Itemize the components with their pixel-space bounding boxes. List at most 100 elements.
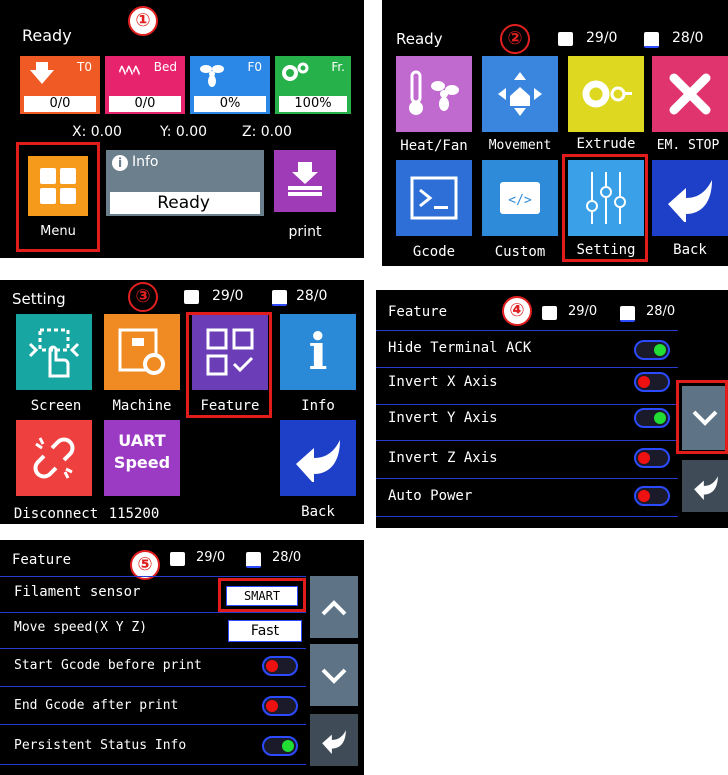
toggle-invert-x[interactable]: [634, 372, 670, 392]
gcode-button[interactable]: Gcode: [396, 160, 472, 260]
nozzle-temp-icon: [170, 552, 185, 566]
bed-temp: 28/0: [646, 304, 676, 319]
back-button[interactable]: Back: [652, 160, 728, 260]
back-button[interactable]: [310, 714, 358, 766]
scroll-up-button[interactable]: [310, 576, 358, 638]
uart-speed-text: UART Speed: [113, 431, 171, 472]
em-stop-button[interactable]: EM. STOP: [652, 56, 728, 156]
divider: [376, 516, 678, 517]
gcode-tile-bg: [396, 160, 472, 236]
stop-x-icon: [669, 73, 711, 115]
scroll-down-highlight: [676, 380, 728, 454]
coord-x: X: 0.00: [72, 124, 122, 140]
row-start-gcode: Start Gcode before print: [14, 658, 202, 673]
toggle-knob: [638, 376, 650, 388]
flow-value: 100%: [279, 96, 347, 112]
nozzle-temp-icon: [558, 32, 573, 46]
back-arrow-icon: [322, 730, 346, 754]
extrude-label: Extrude: [576, 136, 636, 152]
nozzle-temp: 29/0: [196, 550, 226, 565]
back-arrow-icon: [296, 440, 340, 482]
toggle-knob: [638, 490, 650, 502]
flow-label: Fr.: [331, 60, 345, 74]
heat-fan-button[interactable]: Heat/Fan: [396, 56, 472, 156]
nozzle-tile[interactable]: T0 0/0: [20, 56, 100, 114]
step-marker: ②: [500, 24, 530, 54]
bed-temp: 28/0: [296, 288, 328, 304]
bed-temp: 28/0: [672, 30, 704, 46]
row-invert-z: Invert Z Axis: [388, 450, 498, 466]
bed-label: Bed: [153, 60, 177, 74]
toggle-knob: [638, 452, 650, 464]
info-tile-bg: i: [280, 314, 356, 390]
nozzle-temp: 29/0: [568, 304, 598, 319]
chevron-up-icon: [321, 600, 347, 616]
custom-button[interactable]: </> Custom: [482, 160, 558, 260]
divider: [0, 648, 306, 649]
back-arrow-icon: [694, 476, 718, 500]
row-persistent-status: Persistent Status Info: [14, 738, 187, 753]
toggle-knob: [266, 700, 278, 712]
move-arrows-icon: [498, 72, 542, 116]
extrude-tile-bg: [568, 56, 644, 132]
em-stop-label: EM. STOP: [656, 138, 720, 153]
disconnect-tile-bg: [16, 420, 92, 496]
flow-tile[interactable]: Fr. 100%: [275, 56, 351, 114]
screen-button[interactable]: Screen: [16, 314, 96, 414]
print-button[interactable]: print: [274, 150, 344, 246]
machine-label: Machine: [112, 398, 172, 414]
chevron-down-icon: [321, 668, 347, 684]
uart-speed-button[interactable]: UART Speed 115200: [104, 420, 180, 522]
machine-tile-bg: [104, 314, 180, 390]
back-label: Back: [301, 504, 335, 520]
toggle-knob: [282, 740, 294, 752]
bed-temp-icon: [620, 306, 635, 322]
machine-button[interactable]: Machine: [104, 314, 180, 414]
movement-button[interactable]: Movement: [482, 56, 558, 156]
nozzle-temp: 29/0: [212, 288, 244, 304]
bed-temp-icon: [644, 32, 659, 48]
bed-temp: 28/0: [272, 550, 302, 565]
divider: [0, 764, 306, 765]
disconnect-label: Disconnect: [13, 506, 99, 522]
toggle-persistent-status[interactable]: [262, 736, 298, 756]
page-title: Setting: [12, 290, 66, 308]
screen-4-feature: Feature ④ 29/0 28/0 Hide Terminal ACK In…: [376, 290, 728, 528]
divider: [0, 576, 306, 577]
fan-tile[interactable]: F0 0%: [190, 56, 270, 114]
row-move-speed: Move speed(X Y Z): [14, 620, 148, 635]
code-icon: </>: [500, 182, 540, 214]
movement-tile-bg: [482, 56, 558, 132]
toggle-invert-y[interactable]: [634, 408, 670, 428]
info-button[interactable]: i Info: [280, 314, 356, 414]
back-tile-bg: [280, 420, 356, 496]
page-title: Feature: [388, 304, 448, 320]
machine-gear-icon: [118, 328, 165, 375]
divider: [0, 612, 306, 613]
nozzle-icon: [30, 62, 54, 84]
back-button[interactable]: Back: [280, 420, 356, 520]
toggle-end-gcode[interactable]: [262, 696, 298, 716]
info-status: Ready: [110, 192, 260, 214]
print-tile-bg: [274, 150, 336, 212]
step-marker: ③: [128, 282, 158, 312]
coord-z: Z: 0.00: [242, 124, 292, 140]
info-icon: i: [112, 155, 128, 171]
extrude-button[interactable]: Extrude: [568, 56, 644, 156]
bed-tile[interactable]: ﾍﾍﾍ Bed 0/0: [105, 56, 185, 114]
em-stop-tile-bg: [652, 56, 728, 132]
bed-temp-icon: [246, 552, 261, 568]
baud-rate-label: 115200: [108, 506, 160, 522]
toggle-start-gcode[interactable]: [262, 656, 298, 676]
heat-fan-tile-bg: [396, 56, 472, 132]
back-button[interactable]: [682, 460, 728, 512]
screen-1-main: Ready ① T0 0/0 ﾍﾍﾍ Bed 0/0 F0 0% Fr. 100…: [0, 0, 364, 258]
toggle-auto-power[interactable]: [634, 486, 670, 506]
toggle-hide-terminal-ack[interactable]: [634, 340, 670, 360]
gears-icon: [282, 62, 309, 81]
toggle-invert-z[interactable]: [634, 448, 670, 468]
disconnect-button[interactable]: Disconnect: [14, 420, 98, 522]
extrude-gear-icon: [582, 80, 632, 108]
scroll-down-button[interactable]: [310, 644, 358, 706]
move-speed-value[interactable]: Fast: [228, 620, 302, 642]
